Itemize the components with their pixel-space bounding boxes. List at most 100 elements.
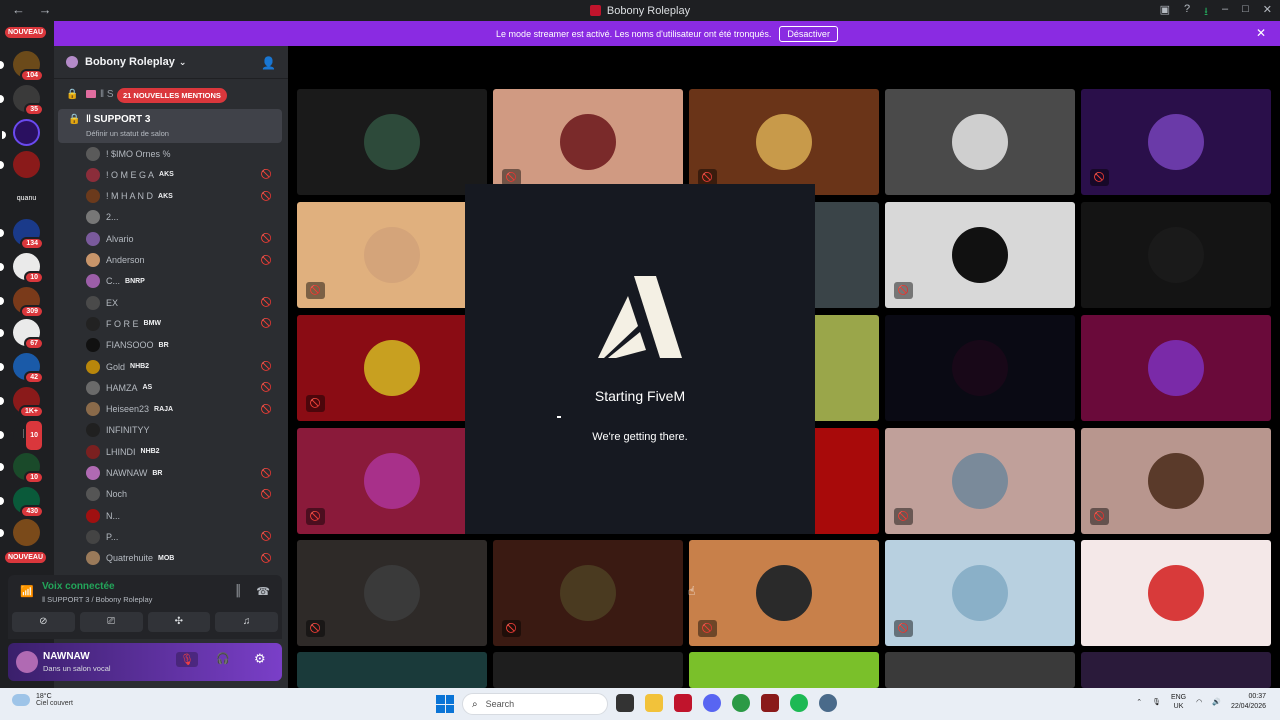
video-tile[interactable]: [493, 652, 683, 688]
voice-member[interactable]: Noch 🚫: [86, 484, 276, 505]
voice-member[interactable]: Gold NHB2 🚫: [86, 356, 276, 377]
video-tile[interactable]: [297, 652, 487, 688]
voice-location[interactable]: ‖ SUPPORT 3 / Bobony Roleplay: [42, 595, 152, 604]
voice-member[interactable]: 2...: [86, 207, 276, 228]
server-icon[interactable]: [2, 119, 40, 146]
chevron-up-icon[interactable]: ⌃: [1136, 698, 1142, 706]
guild-header[interactable]: Bobony Roleplay ⌄ 👤: [54, 46, 288, 79]
voice-member[interactable]: Heiseen23 RAJA 🚫: [86, 399, 276, 420]
voice-member[interactable]: ! O M E G A AKS 🚫: [86, 164, 276, 185]
video-tile[interactable]: 🚫: [297, 315, 487, 421]
server-icon[interactable]: 67: [0, 319, 44, 350]
wifi-icon[interactable]: ◠: [1196, 698, 1202, 706]
voice-member[interactable]: LHINDI NHB2: [86, 441, 276, 462]
voice-member[interactable]: FIANSOOO BR: [86, 335, 276, 356]
video-tile[interactable]: [1081, 652, 1271, 688]
video-tile[interactable]: [297, 89, 487, 195]
video-tile[interactable]: [885, 315, 1075, 421]
avatar[interactable]: [16, 651, 38, 673]
mentions-badge[interactable]: 21 NOUVELLES MENTIONS: [117, 88, 227, 103]
server-icon[interactable]: 134: [0, 219, 44, 250]
noise-suppression-icon[interactable]: ║: [234, 585, 242, 597]
soundboard-icon[interactable]: ♫: [215, 612, 278, 632]
volume-icon[interactable]: 🔊: [1212, 698, 1221, 706]
minimize-icon[interactable]: –: [1222, 3, 1228, 22]
voice-channel-support-3[interactable]: 🔒 ‖ SUPPORT 3 Définir un statut de salon: [58, 109, 282, 143]
voice-member[interactable]: C... BNRP: [86, 271, 276, 292]
task-view-icon[interactable]: [616, 694, 634, 712]
video-tile[interactable]: 🚫: [885, 540, 1075, 646]
gear-icon[interactable]: ⚙: [254, 651, 266, 667]
video-tile[interactable]: 🚫: [689, 89, 879, 195]
channel-status-placeholder[interactable]: Définir un statut de salon: [86, 129, 169, 138]
voice-member[interactable]: EX 🚫: [86, 292, 276, 313]
app-icon[interactable]: [761, 694, 779, 712]
video-tile[interactable]: [1081, 202, 1271, 308]
video-tile[interactable]: 🚫: [493, 89, 683, 195]
voice-member[interactable]: ! M H A N D AKS 🚫: [86, 186, 276, 207]
server-icon[interactable]: [0, 151, 40, 178]
server-icon-text[interactable]: quanu: [13, 185, 40, 212]
download-icon[interactable]: ⭳: [1204, 3, 1208, 22]
voice-member[interactable]: Alvario 🚫: [86, 228, 276, 249]
microphone-icon[interactable]: 🎙: [1152, 698, 1161, 706]
clock[interactable]: 00:37 22/04/2026: [1231, 692, 1266, 712]
disconnect-icon[interactable]: ☎: [256, 585, 270, 598]
server-icon[interactable]: b10: [0, 419, 44, 452]
screen-share-icon[interactable]: ⎚: [79, 612, 143, 632]
video-tile[interactable]: 🚫: [297, 540, 487, 646]
server-icon[interactable]: 10: [0, 253, 44, 284]
server-icon[interactable]: 430: [0, 487, 44, 518]
server-icon[interactable]: 1K+: [0, 387, 44, 418]
discord-icon[interactable]: [703, 694, 721, 712]
voice-member[interactable]: Quatrehuite MOB 🚫: [86, 548, 276, 569]
close-banner-icon[interactable]: ✕: [1256, 26, 1266, 40]
voice-member[interactable]: NAWNAW BR 🚫: [86, 463, 276, 484]
video-tile[interactable]: [1081, 315, 1271, 421]
start-button[interactable]: [436, 695, 454, 713]
mic-muted-icon[interactable]: 🎙: [176, 652, 198, 667]
settings-icon[interactable]: [819, 694, 837, 712]
video-tile[interactable]: 🚫: [1081, 428, 1271, 534]
camera-off-icon[interactable]: ⊘: [12, 612, 75, 632]
voice-member[interactable]: INFINITYY: [86, 420, 276, 441]
voice-member[interactable]: P... 🚫: [86, 526, 276, 547]
video-tile[interactable]: 🚫: [689, 540, 879, 646]
video-tile[interactable]: [689, 652, 879, 688]
activities-icon[interactable]: ✣: [147, 612, 211, 632]
video-tile[interactable]: [885, 89, 1075, 195]
video-tile[interactable]: 🚫: [1081, 89, 1271, 195]
language-indicator[interactable]: ENG UK: [1171, 693, 1186, 711]
server-icon[interactable]: 42: [0, 353, 44, 384]
video-tile[interactable]: [1081, 540, 1271, 646]
headset-icon[interactable]: 🎧: [216, 652, 230, 665]
server-icon[interactable]: 35: [0, 85, 44, 116]
fivem-app-icon[interactable]: [674, 694, 692, 712]
server-icon[interactable]: [0, 519, 40, 546]
voice-member[interactable]: N...: [86, 505, 276, 526]
server-icon[interactable]: 10: [0, 453, 44, 484]
server-icon[interactable]: 309: [0, 287, 44, 318]
weather-widget[interactable]: 18°C Ciel couvert: [12, 693, 73, 707]
video-tile[interactable]: [885, 652, 1075, 688]
voice-member[interactable]: ! $IMO Ornes %: [86, 143, 276, 164]
video-tile[interactable]: 🚫: [885, 428, 1075, 534]
video-tile[interactable]: 🚫: [297, 428, 487, 534]
help-icon[interactable]: ?: [1184, 3, 1190, 22]
voice-member[interactable]: F O R E BMW 🚫: [86, 313, 276, 334]
signal-icon[interactable]: 📶: [20, 585, 34, 598]
file-explorer-icon[interactable]: [645, 694, 663, 712]
maximize-icon[interactable]: □: [1242, 3, 1249, 22]
voice-member[interactable]: Anderson 🚫: [86, 250, 276, 271]
close-window-icon[interactable]: ✕: [1263, 3, 1272, 22]
video-tile[interactable]: 🚫: [493, 540, 683, 646]
spotify-icon[interactable]: [790, 694, 808, 712]
taskbar-search[interactable]: ⌕ Search: [462, 693, 608, 715]
server-icon[interactable]: 104: [0, 51, 44, 82]
video-tile[interactable]: 🚫: [885, 202, 1075, 308]
chrome-icon[interactable]: [732, 694, 750, 712]
add-member-icon[interactable]: 👤: [261, 56, 276, 70]
inbox-icon[interactable]: ▣: [1160, 3, 1170, 22]
voice-member[interactable]: HAMZA AS 🚫: [86, 377, 276, 398]
disable-streamer-button[interactable]: Désactiver: [779, 25, 838, 42]
